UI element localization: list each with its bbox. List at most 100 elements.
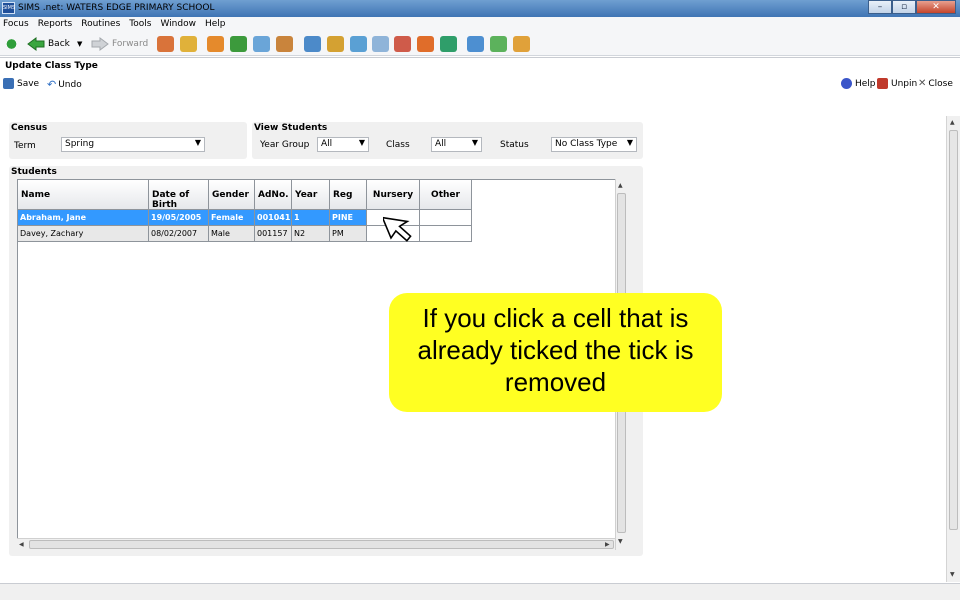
cell-adno[interactable]: 001157 bbox=[255, 226, 292, 242]
menu-help[interactable]: Help bbox=[202, 17, 232, 32]
help-label: Help bbox=[855, 78, 876, 89]
column-header-dob[interactable]: Date of Birth bbox=[149, 180, 209, 210]
page-vertical-scrollbar[interactable]: ▲ ▼ bbox=[946, 116, 960, 582]
person-icon[interactable] bbox=[180, 36, 197, 52]
cell-year[interactable]: 1 bbox=[292, 210, 330, 226]
cell-name[interactable]: Davey, Zachary bbox=[18, 226, 149, 242]
menu-window-label: Window bbox=[160, 19, 196, 29]
chevron-down-icon: ▼ bbox=[194, 138, 201, 147]
view-students-title: View Students bbox=[254, 123, 328, 133]
cell-other[interactable] bbox=[420, 226, 472, 242]
close-icon: ✕ bbox=[918, 78, 927, 89]
chart-icon[interactable] bbox=[304, 36, 321, 52]
arrow-icon[interactable] bbox=[440, 36, 457, 52]
grid-horizontal-scroll-thumb[interactable] bbox=[29, 540, 614, 549]
menu-help-label: Help bbox=[204, 19, 226, 29]
close-label: Close bbox=[928, 78, 953, 89]
menu-reports-label: Reports bbox=[37, 19, 73, 29]
edit-icon[interactable] bbox=[372, 36, 389, 52]
year-group-select[interactable]: All ▼ bbox=[317, 137, 369, 152]
maximize-button[interactable]: ▫ bbox=[892, 0, 916, 14]
main-toolbar: Back ▼ Forward bbox=[0, 32, 960, 56]
save-button[interactable]: Save bbox=[3, 78, 39, 89]
status-select[interactable]: No Class Type ▼ bbox=[551, 137, 637, 152]
column-header-gender[interactable]: Gender bbox=[209, 180, 255, 210]
class-label: Class bbox=[386, 140, 410, 150]
column-header-year[interactable]: Year bbox=[292, 180, 330, 210]
status-value: No Class Type bbox=[555, 139, 618, 149]
menu-tools-label: Tools bbox=[129, 19, 152, 29]
help-icon bbox=[841, 78, 852, 89]
sims-app-icon: SIMS bbox=[2, 2, 15, 14]
menu-bar: Focus Reports Routines Tools Window Help bbox=[0, 17, 960, 32]
menu-window[interactable]: Window bbox=[157, 17, 202, 32]
undo-label: Undo bbox=[58, 79, 82, 90]
chevron-down-icon: ▼ bbox=[358, 138, 365, 147]
cell-gender[interactable]: Male bbox=[209, 226, 255, 242]
menu-tools[interactable]: Tools bbox=[126, 17, 157, 32]
year-group-value: All bbox=[321, 139, 333, 149]
back-label: Back bbox=[48, 39, 70, 49]
clock-icon[interactable] bbox=[417, 36, 434, 52]
menu-routines[interactable]: Routines bbox=[78, 17, 126, 32]
minimize-button[interactable]: – bbox=[868, 0, 892, 14]
save-icon bbox=[3, 78, 14, 89]
column-header-adno[interactable]: AdNo. bbox=[255, 180, 292, 210]
scroll-right-icon[interactable]: ▶ bbox=[605, 541, 610, 548]
staff-icon[interactable] bbox=[276, 36, 293, 52]
column-header-name[interactable]: Name bbox=[18, 180, 149, 210]
forward-button[interactable]: Forward bbox=[91, 36, 148, 52]
scroll-down-icon[interactable]: ▼ bbox=[950, 571, 955, 578]
cell-dob[interactable]: 08/02/2007 bbox=[149, 226, 209, 242]
unpin-icon bbox=[877, 78, 888, 89]
back-dropdown-button[interactable]: ▼ bbox=[77, 36, 82, 52]
menu-focus[interactable]: Focus bbox=[0, 17, 35, 32]
chevron-down-icon: ▼ bbox=[626, 138, 633, 147]
unpin-button[interactable]: Unpin bbox=[877, 78, 917, 89]
column-header-other[interactable]: Other bbox=[420, 180, 472, 210]
folder-icon[interactable] bbox=[513, 36, 530, 52]
cell-name[interactable]: Abraham, Jane bbox=[18, 210, 149, 226]
cell-gender[interactable]: Female bbox=[209, 210, 255, 226]
class-select[interactable]: All ▼ bbox=[431, 137, 482, 152]
help-button[interactable]: Help bbox=[841, 78, 876, 89]
undo-button[interactable]: ↶ Undo bbox=[47, 78, 82, 91]
chevron-down-icon: ▼ bbox=[77, 40, 83, 48]
census-panel: Census Term Spring ▼ bbox=[9, 122, 247, 159]
term-select[interactable]: Spring ▼ bbox=[61, 137, 205, 152]
cell-year[interactable]: N2 bbox=[292, 226, 330, 242]
back-button[interactable]: Back bbox=[27, 36, 70, 52]
menu-reports[interactable]: Reports bbox=[35, 17, 79, 32]
globe-icon[interactable] bbox=[490, 36, 507, 52]
cell-other[interactable] bbox=[420, 210, 472, 226]
cell-reg[interactable]: PINE bbox=[330, 210, 367, 226]
flag-icon[interactable] bbox=[230, 36, 247, 52]
students-icon[interactable] bbox=[157, 36, 174, 52]
unpin-label: Unpin bbox=[891, 78, 918, 89]
grid-horizontal-scrollbar[interactable]: ◀ ▶ bbox=[17, 538, 615, 550]
save-label: Save bbox=[17, 78, 40, 89]
scroll-down-icon[interactable]: ▼ bbox=[618, 538, 623, 545]
close-window-button[interactable]: ✕ bbox=[916, 0, 956, 14]
document-icon[interactable] bbox=[350, 36, 367, 52]
column-header-reg[interactable]: Reg bbox=[330, 180, 367, 210]
column-header-nursery[interactable]: Nursery bbox=[367, 180, 420, 210]
calendar-icon[interactable] bbox=[327, 36, 344, 52]
scroll-up-icon[interactable]: ▲ bbox=[950, 119, 955, 126]
page-vertical-scroll-thumb[interactable] bbox=[949, 130, 958, 530]
cell-dob[interactable]: 19/05/2005 bbox=[149, 210, 209, 226]
class-value: All bbox=[435, 139, 447, 149]
refresh-icon[interactable] bbox=[3, 36, 20, 52]
envelope-icon[interactable] bbox=[253, 36, 270, 52]
book-icon[interactable] bbox=[207, 36, 224, 52]
chevron-down-icon: ▼ bbox=[471, 138, 478, 147]
scroll-up-icon[interactable]: ▲ bbox=[618, 182, 623, 189]
report-icon[interactable] bbox=[467, 36, 484, 52]
scroll-left-icon[interactable]: ◀ bbox=[19, 541, 24, 548]
cell-adno[interactable]: 001041 bbox=[255, 210, 292, 226]
term-label: Term bbox=[14, 141, 36, 151]
status-bar bbox=[0, 583, 960, 600]
cell-reg[interactable]: PM bbox=[330, 226, 367, 242]
close-button[interactable]: ✕ Close bbox=[918, 78, 953, 89]
people-icon[interactable] bbox=[394, 36, 411, 52]
